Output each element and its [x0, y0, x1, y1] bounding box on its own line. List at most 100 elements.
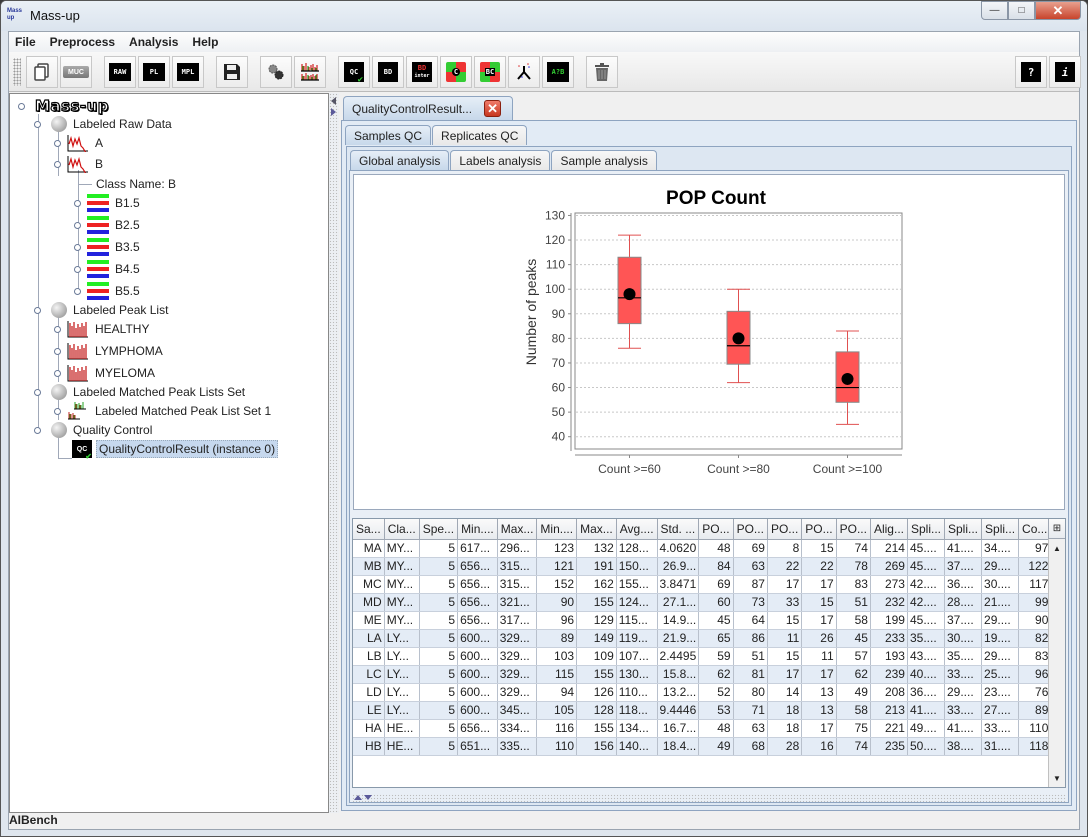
table-row[interactable]: LB LY... 5 600... 329... 103 109 107... 2.4495 59… [353, 647, 1065, 666]
table-row[interactable]: LD LY... 5 600... 329... 94 126 110... 13.2... 52… [353, 683, 1065, 702]
minimize-button[interactable]: — [981, 1, 1008, 20]
close-button[interactable]: ✕ [1035, 1, 1081, 20]
collapse-down-icon[interactable] [364, 795, 372, 800]
expand-handle[interactable] [54, 160, 61, 168]
vertical-split-divider[interactable] [352, 794, 1066, 802]
column-header[interactable]: Spli... [907, 519, 946, 540]
table-row[interactable]: MB MY... 5 656... 315... 121 191 150... 26.9... 8… [353, 557, 1065, 576]
muc-button[interactable]: MUC [60, 56, 92, 88]
expand-handle[interactable] [54, 139, 61, 147]
column-header[interactable]: Spli... [944, 519, 983, 540]
tree-peak-lymphoma[interactable]: LYMPHOMA [54, 341, 165, 361]
bd-inter-button[interactable]: BD inter [406, 56, 438, 88]
column-header[interactable]: PO... [733, 519, 768, 540]
column-header[interactable]: Std. ... [657, 519, 700, 540]
expand-handle[interactable] [74, 265, 81, 273]
peak-chart-button[interactable] [294, 56, 326, 88]
tab-sample-analysis[interactable]: Sample analysis [551, 150, 657, 170]
tree-raw-b[interactable]: B [54, 154, 105, 174]
tree-item-b5-5[interactable]: B5.5 [74, 281, 142, 301]
table-row[interactable]: MD MY... 5 656... 321... 90 155 124... 27.1... 60… [353, 593, 1065, 612]
column-header[interactable]: Spli... [981, 519, 1020, 540]
column-header[interactable]: Spe... [419, 519, 459, 540]
tree-root[interactable]: Mass-up [18, 96, 109, 116]
tab-replicates-qc[interactable]: Replicates QC [432, 125, 528, 145]
menu-help[interactable]: Help [192, 35, 218, 49]
document-tab[interactable]: QualityControlResult... ✕ [343, 96, 513, 120]
expand-right-icon[interactable] [331, 108, 336, 116]
column-header[interactable]: PO... [698, 519, 734, 540]
tree-labeled-raw-data[interactable]: Labeled Raw Data [34, 114, 174, 134]
expand-handle[interactable] [18, 102, 25, 110]
maximize-button[interactable]: □ [1008, 1, 1035, 20]
tree-qc-result[interactable]: QC ✔ QualityControlResult (instance 0) [72, 439, 279, 461]
tree-item-b2-5[interactable]: B2.5 [74, 215, 142, 235]
pca-button[interactable] [508, 56, 540, 88]
table-row[interactable]: ME MY... 5 656... 317... 96 129 115... 14.9... 45… [353, 611, 1065, 630]
column-control-button[interactable]: ⊞ [1048, 519, 1065, 539]
collapse-up-icon[interactable] [354, 795, 362, 800]
expand-handle[interactable] [34, 120, 41, 128]
expand-handle[interactable] [54, 407, 61, 415]
settings-button[interactable] [260, 56, 292, 88]
info-button[interactable]: i [1049, 56, 1081, 88]
clustering-button[interactable]: C [440, 56, 472, 88]
close-tab-button[interactable]: ✕ [484, 100, 502, 117]
table-row[interactable]: HA HE... 5 656... 334... 116 155 134... 16.7... 4… [353, 719, 1065, 738]
tree-peak-healthy[interactable]: HEALTHY [54, 319, 151, 339]
biclustering-button[interactable]: BC [474, 56, 506, 88]
tree-item-b4-5[interactable]: B4.5 [74, 259, 142, 279]
tree-peak-myeloma[interactable]: MYELOMA [54, 363, 157, 383]
table-row[interactable]: MC MY... 5 656... 315... 152 162 155... 3.8471 69… [353, 575, 1065, 594]
expand-handle[interactable] [54, 347, 61, 355]
table-row[interactable]: LA LY... 5 600... 329... 89 149 119... 21.9... 65… [353, 629, 1065, 648]
classification-button[interactable]: A?B [542, 56, 574, 88]
column-header[interactable]: Min.... [536, 519, 578, 540]
table-row[interactable]: LE LY... 5 600... 345... 105 128 118... 9.4446 53… [353, 701, 1065, 720]
tree-quality-control[interactable]: Quality Control [34, 420, 154, 440]
tree-matched-item[interactable]: Labeled Matched Peak List Set 1 [54, 401, 273, 421]
tree-labeled-peak-list[interactable]: Labeled Peak List [34, 300, 170, 320]
pl-button[interactable]: PL [138, 56, 170, 88]
expand-handle[interactable] [74, 221, 81, 229]
expand-handle[interactable] [34, 306, 41, 314]
raw-button[interactable]: RAW [104, 56, 136, 88]
column-header[interactable]: Alig... [870, 519, 908, 540]
column-header[interactable]: Max... [497, 519, 538, 540]
column-header[interactable]: PO... [767, 519, 803, 540]
menu-file[interactable]: File [15, 35, 36, 49]
table-vertical-scrollbar[interactable]: ▲ ▼ [1048, 539, 1065, 787]
expand-handle[interactable] [74, 243, 81, 251]
menu-analysis[interactable]: Analysis [129, 35, 178, 49]
column-header[interactable]: Co... [1018, 519, 1052, 540]
column-header[interactable]: Max... [576, 519, 617, 540]
expand-handle[interactable] [54, 369, 61, 377]
column-header[interactable]: Avg.... [616, 519, 658, 540]
scroll-up-icon[interactable]: ▲ [1050, 541, 1064, 555]
expand-handle[interactable] [34, 426, 41, 434]
column-header[interactable]: Sa... [353, 519, 385, 540]
tab-samples-qc[interactable]: Samples QC [345, 125, 432, 145]
expand-handle[interactable] [74, 287, 81, 295]
table-row[interactable]: LC LY... 5 600... 329... 115 155 130... 15.8... 6… [353, 665, 1065, 684]
tree-item-b3-5[interactable]: B3.5 [74, 237, 142, 257]
tree-raw-a[interactable]: A [54, 133, 105, 153]
menu-preprocess[interactable]: Preprocess [50, 35, 115, 49]
tab-labels-analysis[interactable]: Labels analysis [450, 150, 551, 170]
toolbar-grip[interactable] [13, 58, 21, 86]
delete-button[interactable] [586, 56, 618, 88]
expand-handle[interactable] [54, 325, 61, 333]
collapse-left-icon[interactable] [331, 97, 336, 105]
split-pane-divider[interactable] [329, 93, 339, 813]
expand-handle[interactable] [34, 388, 41, 396]
column-header[interactable]: Min.... [457, 519, 498, 540]
column-header[interactable]: Cla... [384, 519, 420, 540]
mpl-button[interactable]: MPL [172, 56, 204, 88]
tree-item-b1-5[interactable]: B1.5 [74, 193, 142, 213]
help-button[interactable]: ? [1015, 56, 1047, 88]
scroll-down-icon[interactable]: ▼ [1050, 771, 1064, 785]
bd-button[interactable]: BD [372, 56, 404, 88]
save-button[interactable] [216, 56, 248, 88]
column-header[interactable]: PO... [801, 519, 837, 540]
table-row[interactable]: MA MY... 5 617... 296... 123 132 128... 4.0620 48… [353, 539, 1065, 558]
